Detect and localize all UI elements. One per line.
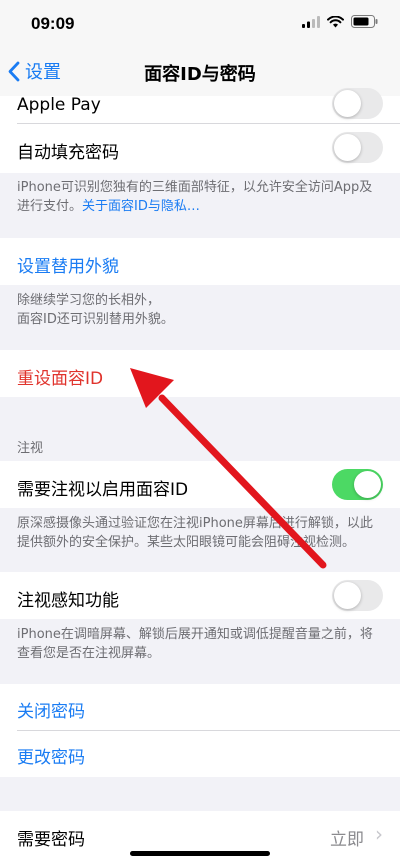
autofill-toggle[interactable] <box>332 132 383 163</box>
faceid-privacy-link[interactable]: 关于面容ID与隐私… <box>82 199 200 214</box>
reset-faceid-row[interactable]: 重设面容ID <box>0 350 400 397</box>
row-separator <box>17 123 400 124</box>
require-attention-note: 原深感摄像头通过验证您在注视iPhone屏幕后进行解锁，以此提供额外的安全保护。… <box>17 516 373 550</box>
faceid-privacy-note: iPhone可识别您独有的三维面部特征，以允许安全访问App及进行支付。关于面容… <box>17 178 384 216</box>
require-passcode-label: 需要密码 <box>17 830 85 850</box>
battery-icon <box>351 15 378 28</box>
require-passcode-row[interactable]: 需要密码 立即 › <box>0 811 400 866</box>
require-passcode-value: 立即 <box>330 830 364 850</box>
status-time: 09:09 <box>31 14 75 33</box>
require-attention-label: 需要注视以启用面容ID <box>17 480 189 500</box>
status-bar: 09:09 <box>0 0 400 46</box>
autofill-label: 自动填充密码 <box>17 143 119 163</box>
require-attention-toggle[interactable] <box>332 469 383 500</box>
home-indicator <box>130 851 270 856</box>
apple-pay-label: Apple Pay <box>17 95 101 115</box>
turn-off-passcode-button[interactable]: 关闭密码 <box>17 697 85 722</box>
passcode-group: 关闭密码 更改密码 <box>0 684 400 777</box>
toggle-knob <box>334 134 361 161</box>
toggle-knob <box>354 471 381 498</box>
apple-pay-toggle[interactable] <box>332 88 383 119</box>
row-separator <box>17 730 400 731</box>
chevron-right-icon: › <box>375 822 383 846</box>
alt-appearance-note: 除继续学习您的长相外， 面容ID还可识别替用外貌。 <box>17 293 174 327</box>
wifi-icon <box>327 15 344 27</box>
toggle-knob <box>334 582 361 609</box>
payments-group: Apple Pay 自动填充密码 <box>0 88 400 173</box>
cellular-signal-icon <box>302 15 320 28</box>
page-title: 面容ID与密码 <box>144 64 256 85</box>
attention-aware-note: iPhone在调暗屏幕、解锁后展开通知或调低提醒音量之前，将查看您是否在注视屏幕… <box>17 627 373 661</box>
change-passcode-button[interactable]: 更改密码 <box>17 743 85 768</box>
require-attention-row: 需要注视以启用面容ID <box>0 461 400 508</box>
set-alt-appearance-button[interactable]: 设置替用外貌 <box>17 252 119 277</box>
reset-faceid-button[interactable]: 重设面容ID <box>17 364 103 389</box>
alt-appearance-row[interactable]: 设置替用外貌 <box>0 238 400 285</box>
attention-aware-row: 注视感知功能 <box>0 572 400 619</box>
attention-section-header: 注视 <box>17 441 44 456</box>
status-icons <box>302 15 378 28</box>
attention-aware-toggle[interactable] <box>332 580 383 611</box>
attention-aware-label: 注视感知功能 <box>17 591 119 611</box>
toggle-knob <box>334 90 361 117</box>
